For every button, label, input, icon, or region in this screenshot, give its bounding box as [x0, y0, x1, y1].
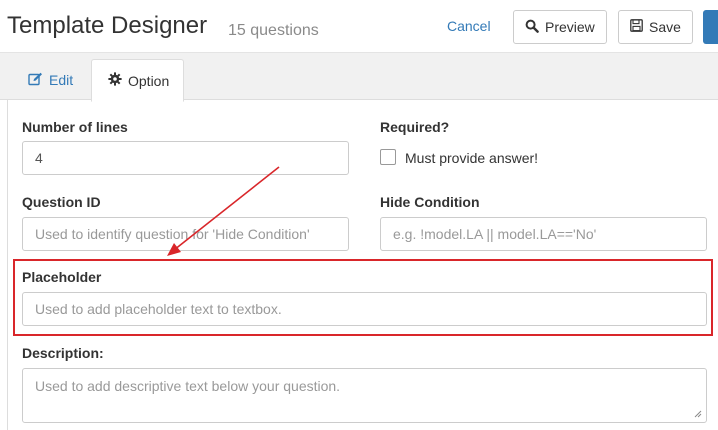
description-label: Description: — [22, 345, 104, 361]
description-placeholder: Used to add descriptive text below your … — [35, 378, 341, 394]
resize-handle-icon[interactable] — [694, 410, 702, 418]
description-textarea[interactable]: Used to add descriptive text below your … — [22, 368, 707, 423]
annotation-arrow — [167, 166, 280, 256]
